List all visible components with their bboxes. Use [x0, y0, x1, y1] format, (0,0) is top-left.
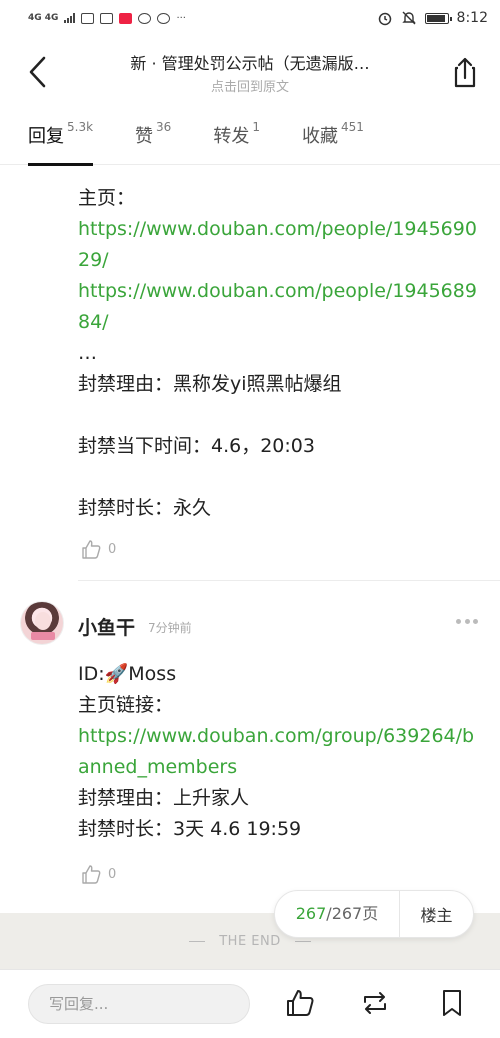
like-count: 0 — [108, 866, 117, 882]
total-pages: /267页 — [326, 904, 379, 923]
reply-input[interactable]: 写回复... — [28, 984, 250, 1024]
tab-label: 收藏 — [301, 126, 338, 147]
more-notifications-icon: ··· — [176, 12, 186, 24]
back-to-original-link[interactable]: 点击回到原文 — [80, 76, 420, 95]
mute-icon — [401, 11, 416, 25]
like-button[interactable]: 0 — [0, 863, 500, 885]
tab-label: 回复 — [28, 126, 64, 147]
comment-line: 主页链接： — [78, 694, 174, 716]
signal-icon — [64, 13, 76, 23]
repost-icon — [364, 992, 386, 1014]
op-only-button[interactable]: 楼主 — [400, 902, 473, 926]
tab-reshares[interactable]: 转发 1 — [213, 108, 260, 165]
tab-count: 36 — [156, 120, 172, 134]
comment-line: … — [78, 342, 97, 364]
page-indicator: 267/267页 楼主 — [274, 890, 474, 938]
tab-replies[interactable]: 回复 5.3k — [28, 108, 94, 166]
share-icon — [454, 57, 476, 88]
divider — [189, 940, 206, 942]
comment-header: 小鱼干 7分钟前 — [0, 597, 500, 659]
comment-line: 封禁当下时间：4.6，20:03 — [78, 435, 315, 457]
network-label: 4G 4G — [28, 13, 59, 23]
battery-icon — [424, 12, 452, 24]
bottom-bar: 写回复... — [0, 969, 500, 1038]
tab-bar: 回复 5.3k 赞 36 转发 1 收藏 451 — [0, 108, 500, 166]
header: 新 · 管理处罚公示帖（无遗漏版… 点击回到原文 — [0, 36, 500, 108]
tab-label: 赞 — [135, 126, 154, 147]
collect-button[interactable] — [437, 988, 467, 1018]
comment-line: 封禁时长：永久 — [78, 497, 212, 519]
end-label: THE END — [219, 933, 281, 949]
wechat-icon — [100, 12, 114, 24]
comment-body: ID:🚀Moss 主页链接： https://www.douban.com/gr… — [0, 659, 500, 845]
current-page: 267 — [295, 904, 327, 923]
tab-count: 1 — [252, 120, 260, 134]
page-title: 新 · 管理处罚公示帖（无遗漏版… — [130, 54, 370, 73]
alarm-icon — [378, 12, 391, 26]
tab-count: 5.3k — [67, 120, 94, 134]
tab-count: 451 — [340, 120, 364, 134]
comment-line: ID:🚀Moss — [78, 663, 177, 685]
chevron-left-icon — [29, 56, 46, 88]
reshare-button[interactable] — [360, 988, 390, 1018]
status-bar-left: 4G 4G ··· — [28, 12, 186, 24]
avatar[interactable] — [20, 601, 64, 645]
previous-comment-body: 主页： https://www.douban.com/people/194569… — [0, 183, 500, 524]
missed-call-icon — [81, 12, 95, 24]
status-bar-right: 8:12 — [377, 10, 488, 26]
status-time: 8:12 — [456, 10, 488, 26]
comment-line: 主页： — [78, 187, 136, 209]
tab-likes[interactable]: 赞 36 — [135, 108, 171, 165]
back-button[interactable] — [24, 54, 54, 90]
tab-collections[interactable]: 收藏 451 — [302, 108, 364, 165]
more-options-icon[interactable] — [456, 619, 478, 625]
share-button[interactable] — [450, 54, 480, 90]
bookmark-icon — [443, 990, 461, 1016]
comment-time: 7分钟前 — [148, 621, 192, 635]
like-count: 0 — [108, 541, 117, 557]
divider — [294, 940, 311, 942]
browser-icon — [138, 12, 152, 24]
profile-link[interactable]: https://www.douban.com/people/194568984/ — [78, 276, 480, 338]
thumbs-up-icon — [287, 990, 314, 1016]
thumbs-up-icon — [82, 540, 101, 559]
comment-line: 封禁时长：3天 4.6 19:59 — [78, 818, 302, 840]
like-post-button[interactable] — [285, 988, 315, 1018]
page-jump-button[interactable]: 267/267页 — [275, 890, 400, 938]
comment-line: 封禁理由：黑称发yi照黑帖爆组 — [78, 373, 342, 395]
thumbs-up-icon — [82, 865, 101, 884]
app-notification-icon — [119, 12, 133, 24]
like-button[interactable]: 0 — [0, 538, 500, 560]
profile-link[interactable]: https://www.douban.com/people/194569029/ — [78, 214, 480, 276]
message-icon — [157, 12, 171, 24]
comment-line: 封禁理由：上升家人 — [78, 787, 250, 809]
tab-label: 转发 — [213, 126, 250, 147]
status-bar: 4G 4G ··· 8:12 — [0, 0, 500, 36]
comment-author[interactable]: 小鱼干 — [78, 613, 135, 640]
group-link[interactable]: https://www.douban.com/group/639264/bann… — [78, 721, 480, 783]
reply-list: 主页： https://www.douban.com/people/194569… — [0, 166, 500, 885]
